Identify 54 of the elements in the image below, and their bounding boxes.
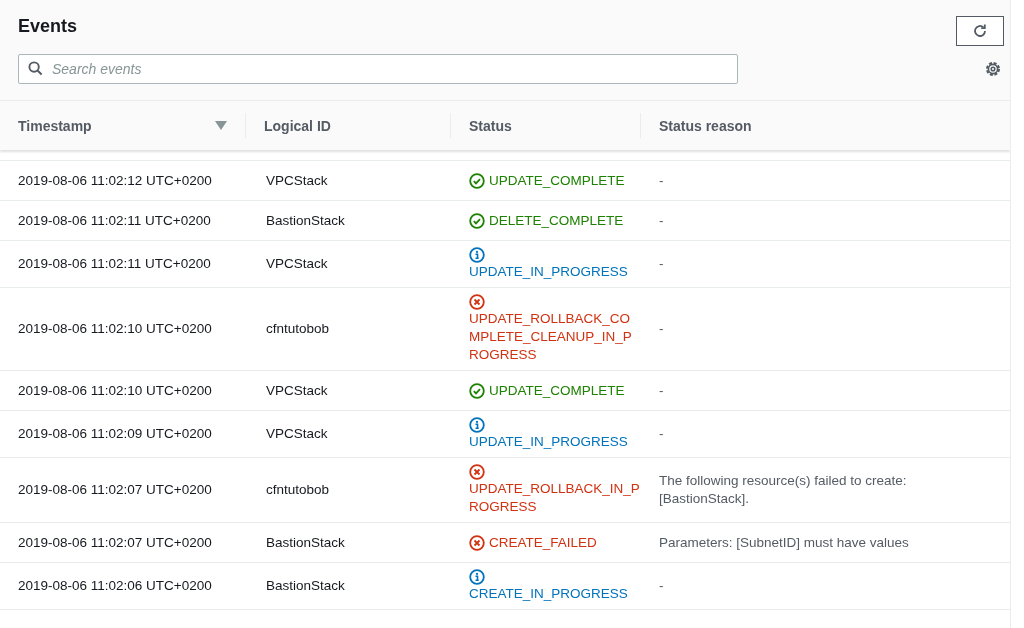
refresh-button[interactable] [956,16,1004,46]
error-icon [469,294,485,310]
table-cell-text: BastionStack [265,533,346,552]
table-cell-text: 2019-08-06 11:02:11 UTC+0200 [17,255,212,273]
table-cell-text: - [658,171,665,190]
table-cell-text: Parameters: [SubnetID] must have values [658,533,910,552]
table-cell-text: - [658,577,665,595]
info-icon [469,569,485,585]
refresh-icon [972,23,988,39]
info-icon [469,417,485,433]
table-cell-text: - [658,425,665,443]
status-text: UPDATE_IN_PROGRESS [469,417,641,451]
settings-icon[interactable] [984,60,1002,78]
check-circle-icon [469,212,485,229]
status-text: UPDATE_ROLLBACK_COMPLETE_CLEANUP_IN_PROGRESS [469,294,641,364]
column-header[interactable]: Status [451,113,641,138]
table-cell-text: cfntutobob [265,320,331,338]
status-text: UPDATE_COMPLETE [469,171,641,190]
status-text: CREATE_IN_PROGRESS [469,569,641,603]
search-field[interactable]: Search events [18,54,738,84]
table-cell-text: 2019-08-06 11:02:11 UTC+0200 [17,211,212,230]
table-cell-text: - [658,381,665,400]
table-cell-text: - [658,211,665,230]
table-cell-text: VPCStack [265,255,329,273]
table-cell-text: VPCStack [265,171,329,190]
check-circle-icon [469,172,485,189]
status-text: UPDATE_IN_PROGRESS [469,247,641,281]
table-cell-text: 2019-08-06 11:02:12 UTC+0200 [17,171,213,190]
table-cell-text: BastionStack [265,577,346,595]
info-icon [469,247,485,263]
status-text: UPDATE_COMPLETE [469,381,641,400]
error-icon [469,534,485,551]
error-icon [469,464,485,480]
panel-title: Events [18,16,78,37]
table-cell-text: 2019-08-06 11:02:10 UTC+0200 [17,381,213,400]
table-cell-text: - [658,320,665,338]
column-header[interactable]: Timestamp [0,113,246,138]
table-cell-text: - [658,255,665,273]
table-cell-text: cfntutobob [265,481,331,499]
table-cell-text: 2019-08-06 11:02:07 UTC+0200 [17,533,213,552]
status-text: CREATE_FAILED [469,533,641,552]
status-text: DELETE_COMPLETE [469,211,641,230]
status-text: UPDATE_ROLLBACK_IN_PROGRESS [469,464,641,516]
table-cell-text: BastionStack [265,211,346,230]
table-cell-text: 2019-08-06 11:02:09 UTC+0200 [17,425,213,443]
table-cell-text: VPCStack [265,425,329,443]
check-circle-icon [469,382,485,399]
column-header[interactable]: Logical ID [246,113,451,138]
table-cell-text: The following resource(s) failed to create: [BastionStack]. [658,472,908,508]
table-cell-text: 2019-08-06 11:02:10 UTC+0200 [17,320,213,338]
column-header[interactable]: Status reason [641,113,1010,138]
table-cell-text: VPCStack [265,381,329,400]
table-cell-text: 2019-08-06 11:02:07 UTC+0200 [17,481,213,499]
table-cell-text: 2019-08-06 11:02:06 UTC+0200 [17,577,213,595]
